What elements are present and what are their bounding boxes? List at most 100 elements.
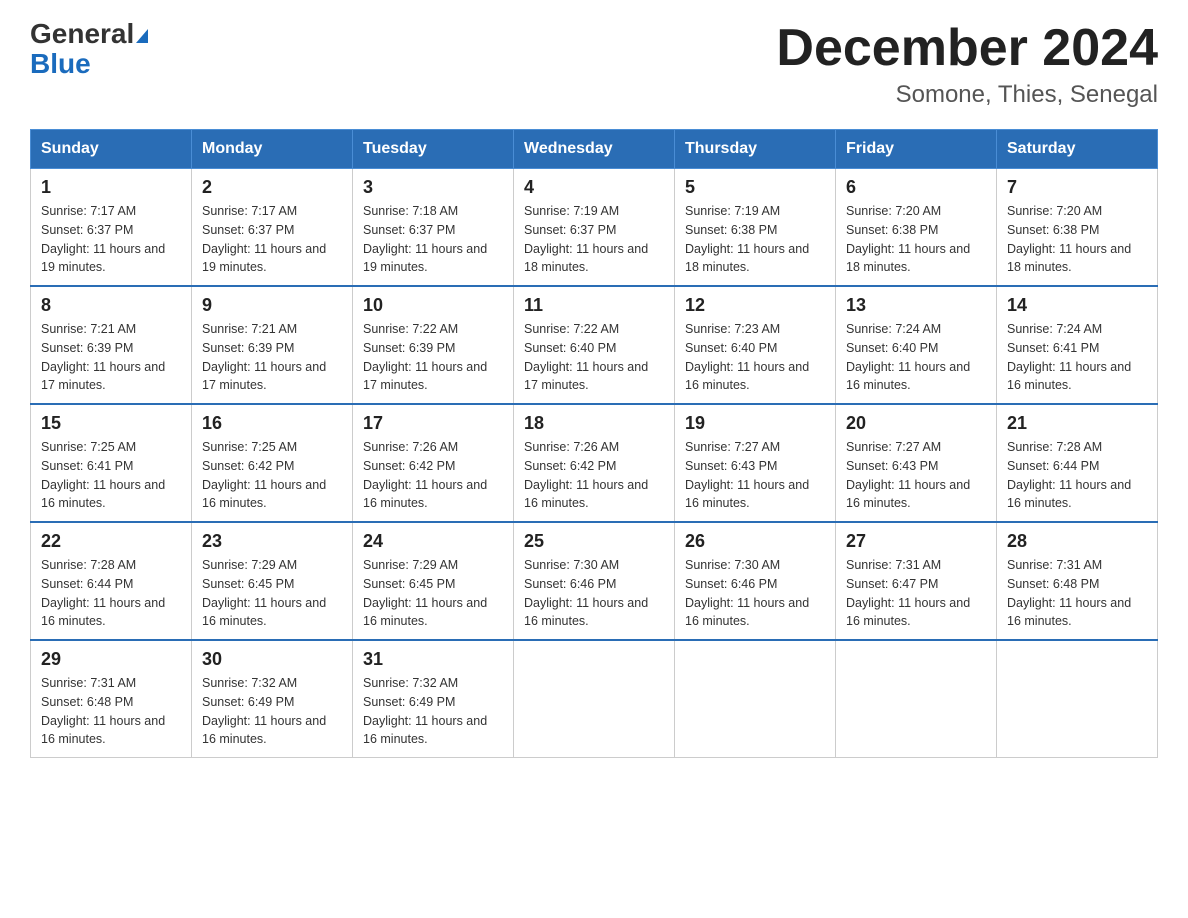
- daylight-label: Daylight: 11 hours and 16 minutes.: [846, 596, 970, 629]
- daylight-label: Daylight: 11 hours and 16 minutes.: [685, 478, 809, 511]
- day-info: Sunrise: 7:27 AM Sunset: 6:43 PM Dayligh…: [846, 438, 986, 513]
- sunrise-label: Sunrise: 7:29 AM: [363, 558, 458, 572]
- sunset-label: Sunset: 6:42 PM: [363, 459, 455, 473]
- day-number: 14: [1007, 295, 1147, 316]
- day-number: 28: [1007, 531, 1147, 552]
- day-number: 7: [1007, 177, 1147, 198]
- sunset-label: Sunset: 6:40 PM: [685, 341, 777, 355]
- sunset-label: Sunset: 6:37 PM: [524, 223, 616, 237]
- month-year-title: December 2024: [776, 20, 1158, 77]
- calendar-day-cell: 21 Sunrise: 7:28 AM Sunset: 6:44 PM Dayl…: [997, 404, 1158, 522]
- sunset-label: Sunset: 6:37 PM: [363, 223, 455, 237]
- calendar-day-cell: 10 Sunrise: 7:22 AM Sunset: 6:39 PM Dayl…: [353, 286, 514, 404]
- calendar-day-cell: 9 Sunrise: 7:21 AM Sunset: 6:39 PM Dayli…: [192, 286, 353, 404]
- calendar-day-cell: [675, 640, 836, 758]
- daylight-label: Daylight: 11 hours and 17 minutes.: [363, 360, 487, 393]
- day-info: Sunrise: 7:29 AM Sunset: 6:45 PM Dayligh…: [363, 556, 503, 631]
- calendar-day-cell: 2 Sunrise: 7:17 AM Sunset: 6:37 PM Dayli…: [192, 169, 353, 287]
- logo-triangle-icon: [136, 29, 148, 43]
- sunrise-label: Sunrise: 7:24 AM: [846, 322, 941, 336]
- calendar-day-cell: [997, 640, 1158, 758]
- sunset-label: Sunset: 6:45 PM: [363, 577, 455, 591]
- day-number: 19: [685, 413, 825, 434]
- logo: General Blue: [30, 20, 148, 78]
- sunset-label: Sunset: 6:43 PM: [685, 459, 777, 473]
- sunrise-label: Sunrise: 7:27 AM: [846, 440, 941, 454]
- location-subtitle: Somone, Thies, Senegal: [776, 81, 1158, 109]
- calendar-table: SundayMondayTuesdayWednesdayThursdayFrid…: [30, 129, 1158, 758]
- day-number: 9: [202, 295, 342, 316]
- sunset-label: Sunset: 6:45 PM: [202, 577, 294, 591]
- daylight-label: Daylight: 11 hours and 16 minutes.: [41, 478, 165, 511]
- sunrise-label: Sunrise: 7:29 AM: [202, 558, 297, 572]
- sunset-label: Sunset: 6:48 PM: [41, 695, 133, 709]
- daylight-label: Daylight: 11 hours and 17 minutes.: [41, 360, 165, 393]
- sunset-label: Sunset: 6:38 PM: [685, 223, 777, 237]
- calendar-day-cell: 26 Sunrise: 7:30 AM Sunset: 6:46 PM Dayl…: [675, 522, 836, 640]
- day-info: Sunrise: 7:31 AM Sunset: 6:48 PM Dayligh…: [41, 674, 181, 749]
- day-number: 22: [41, 531, 181, 552]
- calendar-day-cell: 23 Sunrise: 7:29 AM Sunset: 6:45 PM Dayl…: [192, 522, 353, 640]
- sunset-label: Sunset: 6:49 PM: [363, 695, 455, 709]
- logo-blue: Blue: [30, 50, 91, 78]
- day-info: Sunrise: 7:21 AM Sunset: 6:39 PM Dayligh…: [202, 320, 342, 395]
- day-number: 5: [685, 177, 825, 198]
- calendar-day-cell: 19 Sunrise: 7:27 AM Sunset: 6:43 PM Dayl…: [675, 404, 836, 522]
- sunset-label: Sunset: 6:46 PM: [524, 577, 616, 591]
- title-section: December 2024 Somone, Thies, Senegal: [776, 20, 1158, 109]
- sunrise-label: Sunrise: 7:28 AM: [1007, 440, 1102, 454]
- day-number: 18: [524, 413, 664, 434]
- daylight-label: Daylight: 11 hours and 16 minutes.: [1007, 596, 1131, 629]
- day-info: Sunrise: 7:26 AM Sunset: 6:42 PM Dayligh…: [524, 438, 664, 513]
- sunrise-label: Sunrise: 7:32 AM: [202, 676, 297, 690]
- day-info: Sunrise: 7:24 AM Sunset: 6:41 PM Dayligh…: [1007, 320, 1147, 395]
- daylight-label: Daylight: 11 hours and 18 minutes.: [1007, 242, 1131, 275]
- day-info: Sunrise: 7:25 AM Sunset: 6:42 PM Dayligh…: [202, 438, 342, 513]
- daylight-label: Daylight: 11 hours and 17 minutes.: [202, 360, 326, 393]
- sunrise-label: Sunrise: 7:22 AM: [524, 322, 619, 336]
- day-number: 24: [363, 531, 503, 552]
- calendar-day-cell: [514, 640, 675, 758]
- daylight-label: Daylight: 11 hours and 18 minutes.: [685, 242, 809, 275]
- day-info: Sunrise: 7:17 AM Sunset: 6:37 PM Dayligh…: [41, 202, 181, 277]
- calendar-day-cell: 31 Sunrise: 7:32 AM Sunset: 6:49 PM Dayl…: [353, 640, 514, 758]
- day-info: Sunrise: 7:32 AM Sunset: 6:49 PM Dayligh…: [202, 674, 342, 749]
- calendar-day-cell: 15 Sunrise: 7:25 AM Sunset: 6:41 PM Dayl…: [31, 404, 192, 522]
- day-number: 29: [41, 649, 181, 670]
- calendar-day-cell: 25 Sunrise: 7:30 AM Sunset: 6:46 PM Dayl…: [514, 522, 675, 640]
- calendar-day-cell: 8 Sunrise: 7:21 AM Sunset: 6:39 PM Dayli…: [31, 286, 192, 404]
- day-number: 2: [202, 177, 342, 198]
- sunrise-label: Sunrise: 7:21 AM: [202, 322, 297, 336]
- day-number: 15: [41, 413, 181, 434]
- sunrise-label: Sunrise: 7:19 AM: [524, 204, 619, 218]
- weekday-header-friday: Friday: [836, 130, 997, 169]
- sunrise-label: Sunrise: 7:22 AM: [363, 322, 458, 336]
- day-info: Sunrise: 7:23 AM Sunset: 6:40 PM Dayligh…: [685, 320, 825, 395]
- calendar-day-cell: 3 Sunrise: 7:18 AM Sunset: 6:37 PM Dayli…: [353, 169, 514, 287]
- sunrise-label: Sunrise: 7:30 AM: [524, 558, 619, 572]
- daylight-label: Daylight: 11 hours and 16 minutes.: [363, 596, 487, 629]
- sunset-label: Sunset: 6:42 PM: [524, 459, 616, 473]
- calendar-day-cell: 16 Sunrise: 7:25 AM Sunset: 6:42 PM Dayl…: [192, 404, 353, 522]
- weekday-header-tuesday: Tuesday: [353, 130, 514, 169]
- daylight-label: Daylight: 11 hours and 16 minutes.: [202, 478, 326, 511]
- day-number: 13: [846, 295, 986, 316]
- weekday-header-wednesday: Wednesday: [514, 130, 675, 169]
- calendar-day-cell: 27 Sunrise: 7:31 AM Sunset: 6:47 PM Dayl…: [836, 522, 997, 640]
- sunset-label: Sunset: 6:38 PM: [846, 223, 938, 237]
- calendar-day-cell: 7 Sunrise: 7:20 AM Sunset: 6:38 PM Dayli…: [997, 169, 1158, 287]
- sunset-label: Sunset: 6:37 PM: [202, 223, 294, 237]
- day-number: 26: [685, 531, 825, 552]
- calendar-day-cell: 1 Sunrise: 7:17 AM Sunset: 6:37 PM Dayli…: [31, 169, 192, 287]
- sunset-label: Sunset: 6:43 PM: [846, 459, 938, 473]
- day-number: 23: [202, 531, 342, 552]
- sunset-label: Sunset: 6:46 PM: [685, 577, 777, 591]
- day-info: Sunrise: 7:22 AM Sunset: 6:40 PM Dayligh…: [524, 320, 664, 395]
- calendar-week-row: 29 Sunrise: 7:31 AM Sunset: 6:48 PM Dayl…: [31, 640, 1158, 758]
- sunrise-label: Sunrise: 7:20 AM: [1007, 204, 1102, 218]
- calendar-week-row: 15 Sunrise: 7:25 AM Sunset: 6:41 PM Dayl…: [31, 404, 1158, 522]
- sunrise-label: Sunrise: 7:31 AM: [1007, 558, 1102, 572]
- sunrise-label: Sunrise: 7:31 AM: [41, 676, 136, 690]
- weekday-header-saturday: Saturday: [997, 130, 1158, 169]
- calendar-day-cell: 24 Sunrise: 7:29 AM Sunset: 6:45 PM Dayl…: [353, 522, 514, 640]
